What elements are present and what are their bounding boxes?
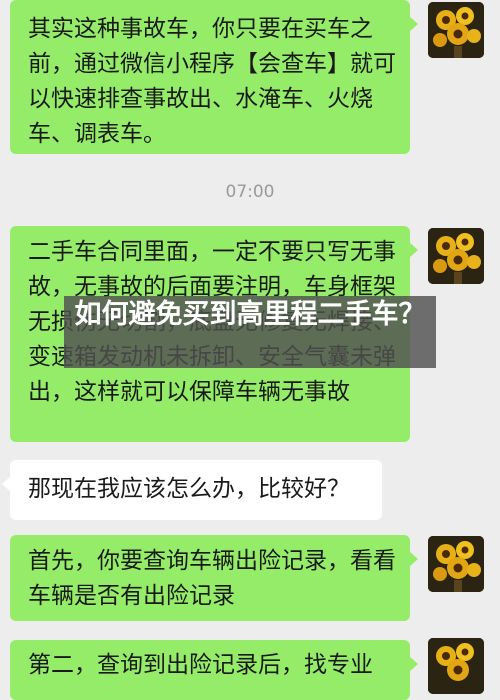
message-bubble-1[interactable]: 其实这种事故车，你只要在买车之前，通过微信小程序【会查车】就可以快速排查事故出、… [10,0,418,154]
sunflower-avatar-icon[interactable] [428,638,484,694]
message-bubble-4[interactable]: 首先，你要查询车辆出险记录，看看车辆是否有出险记录 [10,535,418,621]
message-bubble-5[interactable]: 第二，查询到出险记录后，找专业 [10,640,418,700]
sunflower-avatar-icon[interactable] [428,2,484,58]
timestamp: 07:00 [225,182,275,202]
message-bubble-3[interactable]: 那现在我应该怎么办，比较好？ [2,460,382,520]
sunflower-avatar-icon[interactable] [428,228,484,284]
sunflower-avatar-icon[interactable] [428,536,484,592]
overlay-title: 如何避免买到高里程二手车？ [74,299,426,330]
